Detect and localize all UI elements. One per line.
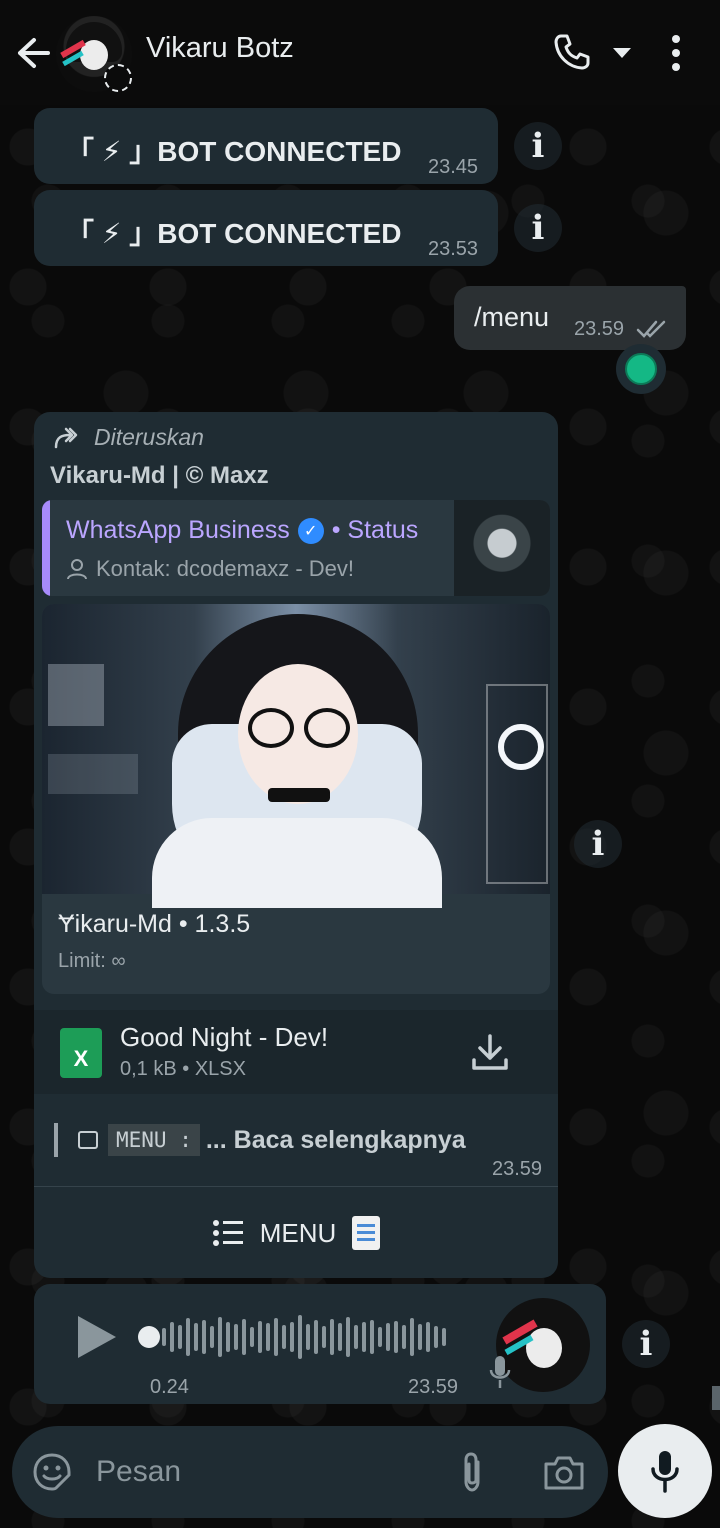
voice-duration: 0.24 <box>150 1376 189 1398</box>
message-time: 23.59 <box>408 1376 459 1398</box>
read-more-link[interactable]: ... Baca selengkapnya <box>206 1126 466 1155</box>
paperclip-icon[interactable] <box>456 1450 488 1494</box>
quote-title-text: WhatsApp Business <box>66 516 290 544</box>
divider <box>34 1186 558 1187</box>
document-attachment[interactable]: X Good Night - Dev! 0,1 kB • XLSX <box>34 1010 558 1094</box>
quote-subtitle: Kontak: dcodemaxz - Dev! <box>66 556 354 582</box>
microphone-icon <box>651 1451 679 1493</box>
message-text: 「 ⚡ 」BOT CONNECTED <box>66 136 402 167</box>
message-time: 23.53 <box>428 238 479 260</box>
message-text: /menu <box>474 302 550 332</box>
audio-waveform[interactable] <box>162 1314 462 1360</box>
document-name: Good Night - Dev! <box>120 1022 329 1052</box>
status-ring-icon <box>104 64 132 92</box>
call-icon[interactable] <box>552 32 592 72</box>
scrollbar[interactable] <box>712 1386 720 1410</box>
outgoing-message-bubble[interactable]: /menu 23.59 <box>454 286 686 350</box>
preview-image <box>42 604 550 908</box>
document-meta: 0,1 kB • XLSX <box>120 1058 246 1080</box>
microphone-icon <box>489 1356 511 1388</box>
chevron-down-icon[interactable] <box>612 46 632 60</box>
info-icon[interactable]: i <box>622 1320 670 1368</box>
forwarded-label: Diteruskan <box>54 424 204 451</box>
sender-name: Vikaru-Md | © Maxz <box>50 462 269 489</box>
message-body: MENU : ... Baca selengkapnya <box>54 1120 466 1160</box>
green-circle-emoji-icon <box>625 353 657 385</box>
double-check-icon <box>636 320 666 338</box>
menu-button[interactable]: MENU <box>34 1188 558 1278</box>
verified-badge-icon: ✓ <box>297 517 324 544</box>
info-icon[interactable]: i <box>514 122 562 170</box>
quote-bar <box>54 1123 58 1157</box>
reaction-badge[interactable] <box>616 344 666 394</box>
quote-subtitle-text: Kontak: dcodemaxz - Dev! <box>96 556 355 581</box>
more-vertical-icon[interactable] <box>668 34 684 72</box>
sticker-icon[interactable] <box>32 1452 72 1492</box>
message-input[interactable] <box>96 1450 426 1494</box>
menu-button-label: MENU <box>259 1217 337 1248</box>
message-time: 23.59 <box>492 1158 543 1180</box>
forward-arrow-icon <box>54 427 78 448</box>
quoted-status[interactable]: WhatsApp Business ✓ • Status Kontak: dco… <box>42 500 550 596</box>
message-time: 23.59 <box>574 318 625 340</box>
message-bubble[interactable]: 「 ⚡ 」BOT CONNECTED 23.45 <box>34 108 498 184</box>
menu-code: MENU : <box>108 1124 200 1156</box>
info-icon[interactable]: i <box>514 204 562 252</box>
voice-message-bubble[interactable]: 0.24 23.59 <box>34 1284 606 1404</box>
quote-accent-bar <box>42 500 50 596</box>
info-icon[interactable]: i <box>574 820 622 868</box>
forwarded-text: Diteruskan <box>94 424 204 450</box>
message-bubble[interactable]: 「 ⚡ 」BOT CONNECTED 23.53 <box>34 190 498 266</box>
link-preview-card[interactable]: Ɏikaru-Md • 1.3.5 Limit: ∞ <box>42 604 550 994</box>
quote-thumbnail <box>454 500 550 596</box>
contact-name[interactable]: Vikaru Botz <box>146 32 294 65</box>
message-time: 23.45 <box>428 156 479 178</box>
download-icon[interactable] <box>470 1032 510 1072</box>
play-icon[interactable] <box>74 1314 118 1360</box>
forwarded-message-bubble[interactable]: Diteruskan Vikaru-Md | © Maxz WhatsApp B… <box>34 412 558 1278</box>
playback-scrubber[interactable] <box>138 1326 160 1348</box>
list-icon <box>212 1220 243 1246</box>
message-text: 「 ⚡ 」BOT CONNECTED <box>66 218 402 249</box>
voice-record-button[interactable] <box>618 1424 712 1518</box>
quote-status-label: • Status <box>331 516 419 544</box>
person-icon <box>67 559 87 580</box>
preview-subtitle: Limit: ∞ <box>58 950 126 972</box>
memo-icon <box>352 1216 381 1250</box>
message-composer <box>12 1426 608 1518</box>
back-arrow-icon[interactable] <box>14 34 52 72</box>
chat-header: Vikaru Botz <box>0 0 720 105</box>
square-icon <box>78 1131 98 1149</box>
xlsx-file-icon: X <box>60 1028 102 1078</box>
quote-title: WhatsApp Business ✓ • Status <box>66 516 418 545</box>
camera-icon[interactable] <box>542 1452 586 1492</box>
preview-title: Ɏikaru-Md • 1.3.5 <box>58 910 251 938</box>
